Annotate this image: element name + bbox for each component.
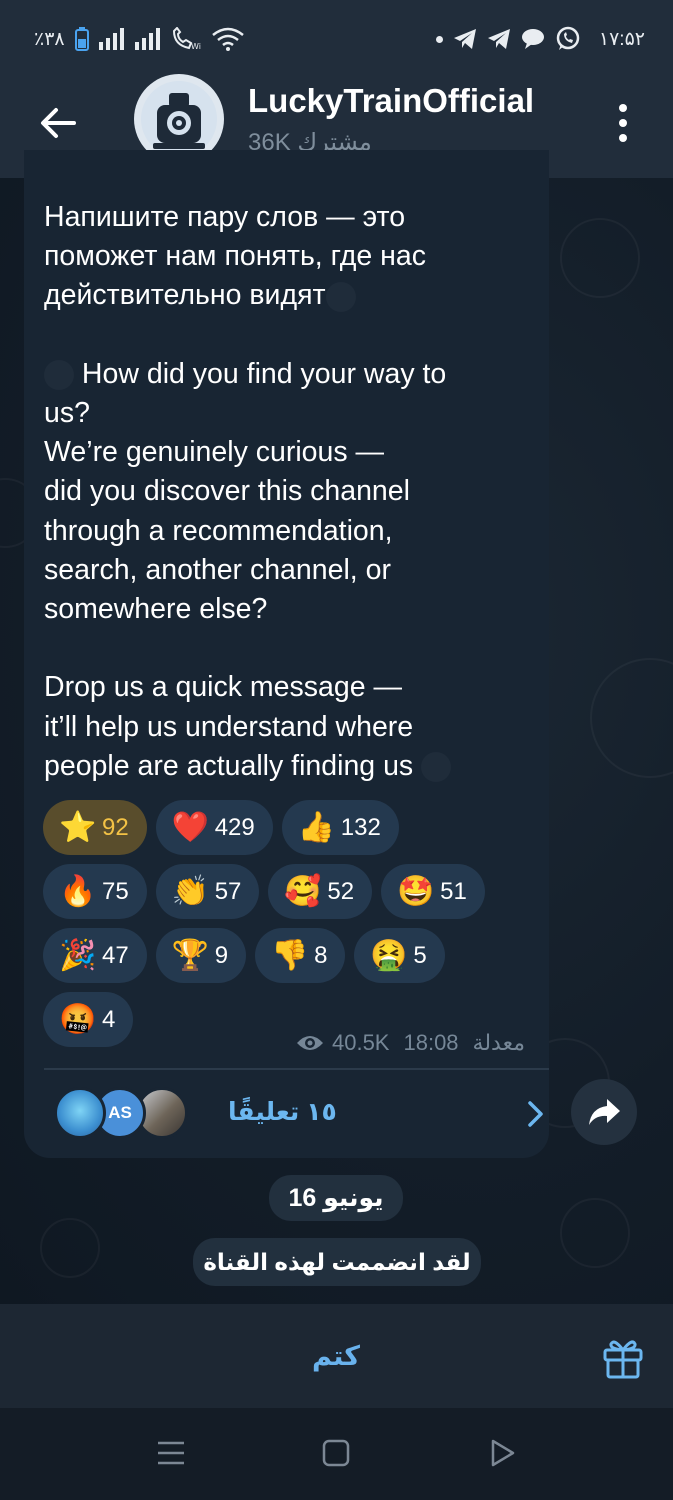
reaction-count: 9 — [214, 941, 229, 969]
triangle-back-icon — [491, 1439, 515, 1467]
reaction-chip-star[interactable]: ⭐ 92 — [43, 800, 147, 855]
wifi-calling-icon: Wi — [172, 27, 201, 51]
chat-icon — [521, 29, 544, 49]
star-icon: ⭐ — [59, 810, 97, 844]
channel-bottom-bar: كتم — [0, 1304, 673, 1408]
message-text-en-closing: Drop us a quick message — it’ll help us … — [44, 671, 414, 782]
vomit-face-icon: 🤮 — [370, 938, 408, 972]
wifi-icon — [211, 27, 244, 51]
telegram-icon — [487, 29, 510, 49]
reaction-count: 47 — [102, 941, 129, 969]
thumbs-down-icon: 👎 — [271, 938, 309, 972]
share-button[interactable] — [571, 1079, 637, 1145]
view-count: 40.5K — [331, 1030, 390, 1055]
party-popper-icon: 🎉 — [59, 938, 97, 972]
message-time: 18:08 — [403, 1030, 459, 1055]
message-meta: 40.5K 18:08 معدلة — [296, 1030, 525, 1056]
status-right: ۱۷:۵۲ — [435, 26, 645, 52]
star-struck-icon: 🤩 — [397, 874, 435, 908]
message-text-en: How did you find your way to us? We’re g… — [44, 357, 447, 626]
chevron-right-icon — [528, 1101, 543, 1127]
reaction-chip-thumbs-up[interactable]: 👍 132 — [281, 800, 399, 855]
train-logo-icon — [141, 81, 217, 157]
clock: ۱۷:۵۲ — [598, 28, 645, 50]
reaction-chip-clap[interactable]: 👏 57 — [155, 864, 260, 919]
reaction-count: 132 — [340, 813, 381, 841]
reaction-chip-party[interactable]: 🎉 47 — [43, 928, 147, 983]
svg-text:Wi: Wi — [191, 42, 201, 51]
recents-button[interactable] — [154, 1436, 188, 1470]
reaction-chip-smiling-hearts[interactable]: 🥰 52 — [268, 864, 373, 919]
menu-lines-icon — [158, 1441, 184, 1465]
reaction-chip-trophy[interactable]: 🏆 9 — [155, 928, 247, 983]
mute-button[interactable]: كتم — [286, 1334, 386, 1378]
reaction-row: 🎉 47 🏆 9 👎 8 🤮 5 — [43, 928, 533, 983]
status-left: ٪۳۸ Wi — [34, 27, 245, 51]
joined-notice: لقد انضممت لهذه القناة — [193, 1238, 481, 1286]
system-navigation-bar — [0, 1408, 673, 1500]
eye-icon — [296, 1036, 323, 1050]
reaction-count: 51 — [440, 877, 467, 905]
fire-icon: 🔥 — [59, 874, 97, 908]
reaction-chip-cursing[interactable]: 🤬 4 — [43, 992, 134, 1047]
heart-icon: ❤️ — [171, 810, 210, 844]
date-separator: 16 يونيو — [269, 1175, 403, 1221]
channel-title[interactable]: LuckyTrainOfficial — [248, 82, 534, 120]
signal-icon — [98, 28, 124, 50]
reaction-count: 57 — [214, 877, 242, 905]
battery-icon — [74, 27, 89, 51]
arrow-left-icon — [41, 108, 76, 138]
reaction-chip-heart[interactable]: ❤️ 429 — [155, 800, 273, 855]
square-icon — [322, 1439, 350, 1467]
signal-icon — [134, 28, 160, 50]
reaction-chip-star-struck[interactable]: 🤩 51 — [381, 864, 485, 919]
more-vertical-icon — [619, 104, 627, 142]
telegram-icon — [453, 29, 476, 49]
dot-icon — [435, 35, 443, 43]
back-button[interactable] — [36, 100, 82, 146]
reaction-count: 52 — [327, 877, 355, 905]
edited-label: معدلة — [472, 1030, 525, 1055]
commenter-avatar — [54, 1087, 106, 1139]
battery-percent: ٪۳۸ — [34, 28, 65, 50]
reaction-count: 8 — [314, 941, 328, 969]
reaction-count: 92 — [102, 813, 129, 841]
reaction-chip-fire[interactable]: 🔥 75 — [43, 864, 147, 919]
reactions: ⭐ 92 ❤️ 429 👍 132 🔥 75 👏 57 🥰 52 🤩 51 🎉 47 🏆 9 👎 8… — [43, 800, 533, 1056]
emoji-placeholder — [421, 752, 452, 783]
gift-icon — [603, 1340, 643, 1379]
gift-button[interactable] — [600, 1334, 646, 1380]
home-button[interactable] — [319, 1436, 353, 1470]
emoji-placeholder — [44, 360, 74, 391]
message-text: Напишите пару слов — это поможет нам пон… — [44, 198, 534, 786]
emoji-placeholder — [325, 281, 356, 312]
thumbs-up-icon: 👍 — [297, 810, 336, 844]
reaction-chip-vomit[interactable]: 🤮 5 — [354, 928, 445, 983]
back-nav-button[interactable] — [485, 1436, 519, 1470]
divider — [44, 1068, 549, 1070]
reaction-row: 🔥 75 👏 57 🥰 52 🤩 51 — [43, 864, 533, 919]
reaction-count: 75 — [102, 877, 129, 905]
reaction-row: ⭐ 92 ❤️ 429 👍 132 — [43, 800, 533, 855]
reaction-count: 429 — [214, 813, 255, 841]
trophy-icon: 🏆 — [171, 938, 210, 972]
channel-post[interactable]: Напишите пару слов — это поможет нам пон… — [24, 150, 549, 1158]
reaction-count: 4 — [102, 1005, 116, 1033]
clap-icon: 👏 — [171, 874, 210, 908]
message-text-ru: Напишите пару слов — это поможет нам пон… — [44, 201, 426, 312]
reaction-count: 5 — [413, 941, 427, 969]
avatar-initials: AS — [108, 1103, 132, 1122]
cursing-face-icon: 🤬 — [59, 1002, 97, 1036]
status-bar: ٪۳۸ Wi ۱۷:۵۲ — [0, 0, 673, 78]
smiling-hearts-icon: 🥰 — [284, 874, 322, 908]
comments-button[interactable]: AS ١٥ تعليقًا — [54, 1085, 543, 1143]
reaction-chip-thumbs-down[interactable]: 👎 8 — [255, 928, 346, 983]
whatsapp-icon — [556, 26, 580, 50]
comments-count-label: ١٥ تعليقًا — [228, 1098, 337, 1126]
more-menu-button[interactable] — [606, 100, 640, 146]
share-arrow-icon — [589, 1099, 620, 1125]
